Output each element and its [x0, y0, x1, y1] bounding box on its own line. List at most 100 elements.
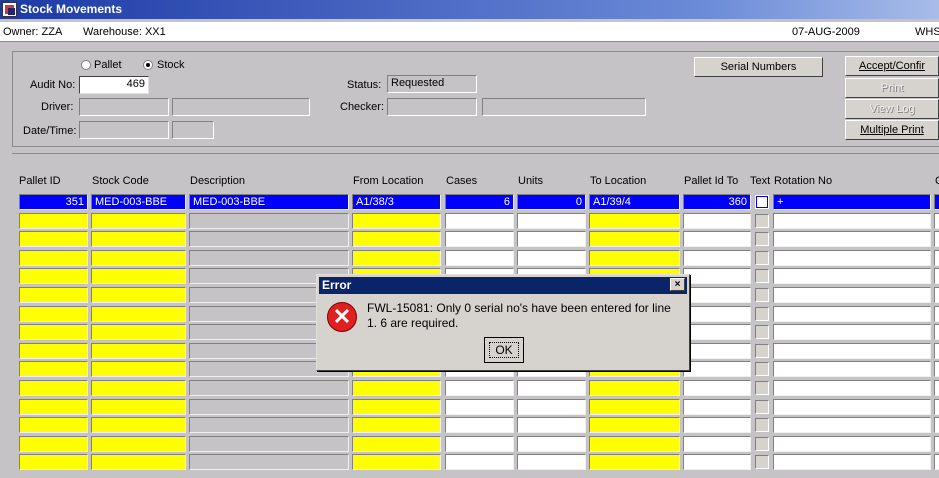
- grid-cell[interactable]: [91, 417, 186, 433]
- grid-cell[interactable]: [589, 399, 680, 415]
- grid-cell[interactable]: [19, 343, 88, 359]
- grid-cell[interactable]: [589, 436, 680, 452]
- text-checkbox[interactable]: [755, 307, 769, 321]
- grid-cell[interactable]: [19, 213, 88, 229]
- text-checkbox[interactable]: [755, 269, 769, 283]
- grid-cell[interactable]: [934, 380, 939, 396]
- text-checkbox[interactable]: [755, 418, 769, 432]
- grid-cell[interactable]: [517, 436, 586, 452]
- grid-cell[interactable]: [91, 231, 186, 247]
- grid-cell[interactable]: [934, 250, 939, 266]
- grid-cell[interactable]: [517, 250, 586, 266]
- text-checkbox[interactable]: [755, 232, 769, 246]
- grid-cell[interactable]: [773, 231, 931, 247]
- checker-code-field[interactable]: [387, 98, 477, 116]
- grid-cell[interactable]: [934, 213, 939, 229]
- grid-cell[interactable]: [517, 454, 586, 470]
- grid-cell[interactable]: [19, 250, 88, 266]
- grid-cell[interactable]: [589, 454, 680, 470]
- grid-cell[interactable]: [683, 287, 751, 303]
- grid-cell[interactable]: [189, 417, 349, 433]
- grid-cell[interactable]: [773, 454, 931, 470]
- grid-cell[interactable]: [773, 399, 931, 415]
- text-checkbox[interactable]: [755, 288, 769, 302]
- grid-cell[interactable]: [589, 250, 680, 266]
- grid-cell[interactable]: [683, 306, 751, 322]
- grid-cell[interactable]: [589, 380, 680, 396]
- grid-cell[interactable]: [683, 250, 751, 266]
- cell-rotation-no[interactable]: +: [773, 194, 931, 210]
- grid-cell[interactable]: [517, 417, 586, 433]
- grid-cell[interactable]: [683, 324, 751, 340]
- grid-cell[interactable]: [91, 213, 186, 229]
- cell-pallet-id-to[interactable]: 360: [683, 194, 751, 210]
- cell-from-location[interactable]: A1/38/3: [352, 194, 441, 210]
- grid-cell[interactable]: [189, 250, 349, 266]
- serial-numbers-button[interactable]: Serial Numbers: [694, 57, 823, 77]
- driver-name-field[interactable]: [172, 98, 310, 116]
- grid-cell[interactable]: [934, 231, 939, 247]
- grid-cell[interactable]: [91, 268, 186, 284]
- grid-cell[interactable]: [445, 454, 514, 470]
- grid-cell[interactable]: [19, 306, 88, 322]
- grid-cell[interactable]: [19, 454, 88, 470]
- grid-cell[interactable]: [352, 231, 441, 247]
- text-checkbox[interactable]: [755, 214, 769, 228]
- grid-cell[interactable]: [445, 380, 514, 396]
- grid-cell[interactable]: [683, 361, 751, 377]
- close-icon[interactable]: ×: [670, 278, 685, 291]
- grid-cell[interactable]: [19, 324, 88, 340]
- grid-cell[interactable]: [352, 250, 441, 266]
- time-field[interactable]: [172, 121, 214, 139]
- radio-stock[interactable]: [143, 60, 153, 70]
- grid-cell[interactable]: [934, 399, 939, 415]
- grid-cell[interactable]: [19, 417, 88, 433]
- grid-cell[interactable]: [683, 231, 751, 247]
- grid-cell[interactable]: [934, 306, 939, 322]
- grid-cell[interactable]: [773, 380, 931, 396]
- view-log-button[interactable]: View Log: [845, 99, 939, 119]
- grid-cell[interactable]: [773, 436, 931, 452]
- grid-cell[interactable]: [934, 454, 939, 470]
- grid-cell[interactable]: [683, 268, 751, 284]
- checker-name-field[interactable]: [482, 98, 646, 116]
- grid-cell[interactable]: [517, 399, 586, 415]
- grid-cell[interactable]: [352, 213, 441, 229]
- cell-units[interactable]: 0: [517, 194, 586, 210]
- grid-cell[interactable]: [934, 194, 939, 210]
- grid-cell[interactable]: [589, 231, 680, 247]
- grid-cell[interactable]: [91, 436, 186, 452]
- audit-no-input[interactable]: 469: [79, 76, 149, 94]
- grid-cell[interactable]: [683, 343, 751, 359]
- grid-cell[interactable]: [589, 417, 680, 433]
- grid-cell[interactable]: [934, 361, 939, 377]
- grid-cell[interactable]: [773, 287, 931, 303]
- cell-stock-code[interactable]: MED-003-BBE: [91, 194, 186, 210]
- grid-cell[interactable]: [934, 436, 939, 452]
- grid-cell[interactable]: [189, 399, 349, 415]
- grid-cell[interactable]: [91, 399, 186, 415]
- cell-description[interactable]: MED-003-BBE: [189, 194, 349, 210]
- grid-cell[interactable]: [445, 399, 514, 415]
- grid-cell[interactable]: [589, 213, 680, 229]
- text-checkbox[interactable]: [755, 437, 769, 451]
- grid-cell[interactable]: [683, 436, 751, 452]
- grid-cell[interactable]: [19, 380, 88, 396]
- grid-cell[interactable]: [773, 250, 931, 266]
- grid-cell[interactable]: [773, 268, 931, 284]
- grid-cell[interactable]: [91, 454, 186, 470]
- grid-cell[interactable]: [445, 213, 514, 229]
- grid-cell[interactable]: [683, 454, 751, 470]
- grid-cell[interactable]: [683, 213, 751, 229]
- grid-cell[interactable]: [91, 380, 186, 396]
- text-checkbox[interactable]: [755, 381, 769, 395]
- text-checkbox[interactable]: [755, 325, 769, 339]
- grid-cell[interactable]: [91, 361, 186, 377]
- grid-cell[interactable]: [445, 250, 514, 266]
- grid-cell[interactable]: [19, 436, 88, 452]
- grid-cell[interactable]: [445, 417, 514, 433]
- text-checkbox[interactable]: [755, 344, 769, 358]
- grid-cell[interactable]: [773, 213, 931, 229]
- grid-cell[interactable]: [517, 213, 586, 229]
- grid-cell[interactable]: [91, 250, 186, 266]
